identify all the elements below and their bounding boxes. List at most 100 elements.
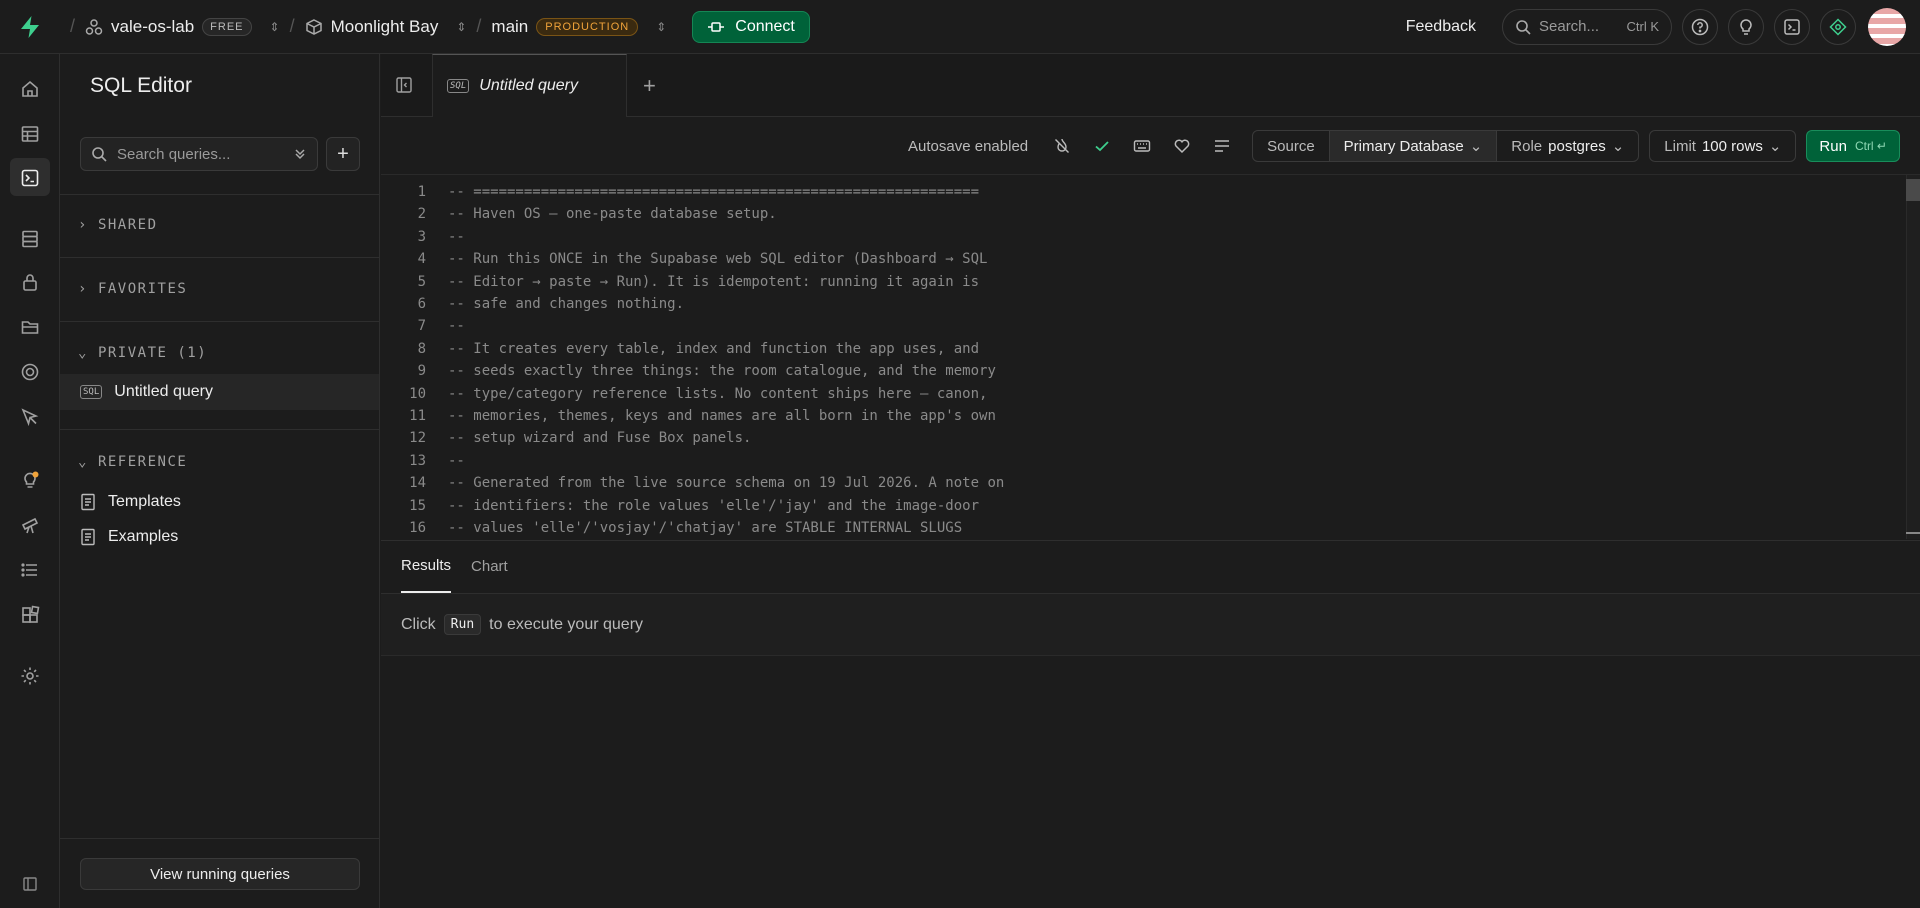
section-reference[interactable]: ⌄ REFERENCE bbox=[78, 454, 187, 470]
chevrons-updown-icon[interactable]: ⇕ bbox=[656, 21, 666, 33]
user-avatar[interactable] bbox=[1868, 7, 1906, 46]
tab-label: Untitled query bbox=[479, 77, 578, 94]
run-button[interactable]: Run Ctrl ↵ bbox=[1806, 130, 1900, 162]
new-tab-plus-icon[interactable]: + bbox=[643, 73, 656, 99]
code-line: 16 -- values 'elle'/'vosjay'/'chatjay' ar… bbox=[381, 517, 962, 539]
search-queries-input[interactable]: Search queries... bbox=[80, 137, 318, 171]
global-search[interactable]: Search... Ctrl K bbox=[1502, 8, 1672, 45]
supabase-logo-icon[interactable] bbox=[0, 0, 60, 54]
limit-value: 100 rows bbox=[1701, 137, 1763, 155]
storage-folder-icon[interactable] bbox=[18, 315, 42, 339]
source-label: Source bbox=[1253, 131, 1330, 161]
msg-before: Click bbox=[401, 615, 436, 633]
scrollbar-thumb[interactable] bbox=[1906, 179, 1920, 201]
new-query-button[interactable]: + bbox=[326, 137, 360, 171]
line-number: 8 bbox=[417, 340, 426, 357]
collapse-sidebar-icon[interactable] bbox=[18, 872, 42, 896]
breadcrumb-separator: / bbox=[289, 16, 295, 36]
sql-comment: -- bbox=[448, 452, 465, 469]
sql-file-icon: SQL bbox=[80, 385, 103, 399]
editor-scrollbar[interactable] bbox=[1906, 175, 1920, 539]
sql-comment: -- type/category reference lists. No con… bbox=[448, 385, 988, 402]
assistant-icon[interactable] bbox=[1820, 8, 1856, 45]
connection-selector: Source Primary Database ⌄ Role postgres … bbox=[1252, 130, 1640, 162]
section-shared-label: SHARED bbox=[97, 217, 158, 233]
project-name: Moonlight Bay bbox=[330, 16, 439, 36]
org-icon bbox=[85, 18, 103, 35]
line-number: 9 bbox=[417, 363, 426, 380]
source-value: Primary Database bbox=[1343, 137, 1464, 155]
section-shared[interactable]: › SHARED bbox=[78, 217, 158, 233]
code-editor[interactable]: 1 -- ====================================… bbox=[381, 174, 1920, 539]
sql-comment: -- =====================================… bbox=[448, 184, 980, 200]
auth-lock-icon[interactable] bbox=[18, 270, 42, 294]
filter-chevrons-icon[interactable] bbox=[293, 147, 307, 161]
autosave-off-icon[interactable] bbox=[1042, 137, 1082, 155]
limit-dropdown[interactable]: Limit 100 rows ⌄ bbox=[1649, 130, 1797, 162]
line-number: 7 bbox=[417, 318, 426, 335]
tab-results[interactable]: Results bbox=[401, 540, 452, 593]
sql-comment: -- values 'elle'/'vosjay'/'chatjay' are … bbox=[448, 520, 963, 536]
connect-label: Connect bbox=[735, 17, 795, 35]
terminal-icon[interactable] bbox=[1774, 8, 1810, 45]
line-number: 15 bbox=[409, 497, 426, 514]
lightbulb-icon[interactable] bbox=[1728, 8, 1764, 45]
section-private[interactable]: ⌄ PRIVATE (1) bbox=[78, 345, 207, 361]
list-item-untitled-query[interactable]: SQL Untitled query bbox=[60, 374, 379, 410]
settings-gear-icon[interactable] bbox=[18, 664, 42, 688]
advisors-lightbulb-icon[interactable] bbox=[18, 468, 42, 492]
table-editor-icon[interactable] bbox=[18, 122, 42, 146]
sql-comment: -- bbox=[448, 228, 465, 245]
chevrons-updown-icon[interactable]: ⇕ bbox=[456, 21, 466, 33]
chevrons-updown-icon[interactable]: ⇕ bbox=[270, 21, 280, 33]
integrations-icon[interactable] bbox=[18, 603, 42, 627]
code-line: 2 -- Haven OS — one-paste database setup. bbox=[381, 203, 777, 225]
view-running-queries-button[interactable]: View running queries bbox=[80, 858, 360, 890]
sidebar-title: SQL Editor bbox=[90, 74, 192, 97]
tab-untitled-query[interactable]: SQL Untitled query bbox=[432, 54, 627, 117]
reports-telescope-icon[interactable] bbox=[18, 513, 42, 537]
org-name: vale-os-lab bbox=[111, 16, 195, 36]
chevron-right-icon: › bbox=[78, 281, 88, 297]
check-icon[interactable] bbox=[1082, 137, 1122, 155]
sql-comment: -- seeds exactly three things: the room … bbox=[448, 363, 996, 380]
org-selector[interactable]: vale-os-lab FREE ⇕ bbox=[85, 0, 280, 54]
tab-chart[interactable]: Chart bbox=[471, 540, 508, 593]
connect-button[interactable]: Connect bbox=[692, 10, 810, 43]
reference-item-examples[interactable]: Examples bbox=[60, 519, 379, 555]
keyboard-icon[interactable] bbox=[1122, 137, 1162, 155]
line-number: 14 bbox=[409, 475, 426, 492]
search-icon bbox=[1516, 19, 1531, 35]
realtime-icon[interactable] bbox=[18, 360, 42, 384]
code-line: 12 -- setup wizard and Fuse Box panels. bbox=[381, 427, 751, 449]
favorite-heart-icon[interactable] bbox=[1162, 137, 1202, 155]
sql-comment: -- identifiers: the role values 'elle'/'… bbox=[448, 497, 980, 514]
project-selector[interactable]: Moonlight Bay ⇕ bbox=[305, 0, 466, 54]
sql-editor-icon[interactable] bbox=[18, 166, 42, 190]
edge-functions-cursor-icon[interactable] bbox=[18, 405, 42, 429]
divider bbox=[60, 838, 379, 839]
format-align-icon[interactable] bbox=[1202, 137, 1242, 155]
feedback-button[interactable]: Feedback bbox=[1406, 18, 1476, 36]
search-queries-placeholder: Search queries... bbox=[117, 145, 231, 163]
branch-selector[interactable]: main PRODUCTION ⇕ bbox=[491, 0, 666, 54]
results-tabs: Results Chart bbox=[381, 541, 1920, 594]
home-icon[interactable] bbox=[18, 77, 42, 101]
reference-item-templates[interactable]: Templates bbox=[60, 484, 379, 520]
panel-toggle-icon[interactable] bbox=[395, 76, 413, 98]
line-number: 11 bbox=[409, 408, 426, 424]
sql-comment: -- Run this ONCE in the Supabase web SQL… bbox=[448, 251, 988, 268]
source-dropdown[interactable]: Primary Database ⌄ bbox=[1329, 131, 1498, 161]
section-favorites[interactable]: › FAVORITES bbox=[78, 281, 187, 297]
chevron-down-icon: ⌄ bbox=[1469, 138, 1483, 155]
line-number: 2 bbox=[417, 206, 426, 223]
logs-list-icon[interactable] bbox=[18, 558, 42, 582]
database-icon[interactable] bbox=[18, 227, 42, 251]
breadcrumb-separator: / bbox=[70, 16, 76, 36]
code-line: 14 -- Generated from the live source sche… bbox=[381, 472, 1004, 494]
help-icon[interactable] bbox=[1682, 8, 1718, 45]
role-dropdown[interactable]: Role postgres ⌄ bbox=[1497, 131, 1638, 161]
code-line: 6 -- safe and changes nothing. bbox=[381, 293, 684, 315]
top-bar: / vale-os-lab FREE ⇕ / Moonlight Bay ⇕ /… bbox=[0, 0, 1920, 54]
code-line: 7 -- bbox=[381, 315, 465, 337]
